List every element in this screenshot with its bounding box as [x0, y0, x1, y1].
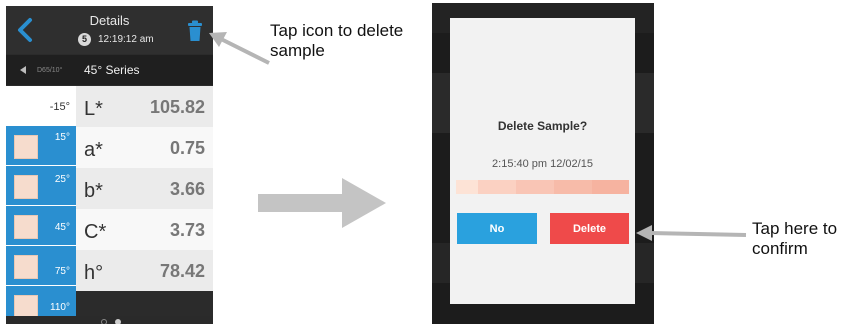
strip-swatch	[478, 180, 516, 194]
table-row: L* 105.82	[76, 86, 213, 127]
table-row: a* 0.75	[76, 127, 213, 168]
color-swatch	[14, 175, 38, 199]
page-dot-active[interactable]	[115, 319, 121, 324]
previous-series-button[interactable]: D65/10°	[6, 55, 76, 85]
values-table: L* 105.82 a* 0.75 b* 3.66 C* 3.73 h° 78.…	[76, 86, 213, 291]
value-number: 3.73	[169, 220, 205, 240]
page-title: Details	[89, 13, 130, 28]
left-triangle-icon	[20, 66, 26, 74]
angle-label: -15°	[49, 101, 70, 113]
no-button[interactable]: No	[457, 213, 537, 244]
table-row: b* 3.66	[76, 168, 213, 209]
sample-info: 5 12:19:12 am	[78, 32, 154, 46]
angle-item[interactable]: 15°	[6, 126, 76, 166]
dialog-timestamp: 2:15:40 pm 12/02/15	[492, 158, 593, 170]
value-number: 78.42	[159, 261, 205, 281]
angle-item[interactable]: 25°	[6, 166, 76, 206]
value-key: b*	[84, 180, 103, 202]
angle-item[interactable]: 45°	[6, 206, 76, 246]
pointer-arrow	[636, 225, 747, 241]
angle-label: 75°	[54, 266, 70, 277]
strip-swatch	[592, 180, 629, 194]
value-number: 3.66	[169, 179, 205, 199]
page-dot[interactable]	[101, 319, 107, 324]
value-key: C*	[84, 221, 107, 243]
strip-swatch	[456, 180, 478, 194]
page-indicator	[6, 316, 213, 324]
delete-dialog: Delete Sample? 2:15:40 pm 12/02/15 No De…	[450, 18, 635, 304]
details-screen: Details 5 12:19:12 am D65/10° 45° Series…	[6, 6, 213, 324]
trash-annotation: Tap icon to delete sample	[270, 21, 404, 60]
confirm-annotation: Tap here to confirm	[752, 219, 838, 258]
value-key: h°	[84, 262, 104, 284]
value-key: L*	[84, 98, 103, 120]
color-swatch	[14, 215, 38, 239]
transition-arrow-icon	[258, 178, 386, 228]
trash-icon[interactable]	[187, 20, 203, 42]
delete-screen: Delete Sample? 2:15:40 pm 12/02/15 No De…	[432, 3, 654, 324]
details-header: Details 5 12:19:12 am	[6, 6, 213, 54]
value-key: a*	[84, 139, 103, 161]
value-number: 105.82	[149, 97, 205, 117]
color-swatch	[14, 255, 38, 279]
angle-item[interactable]: -15°	[6, 86, 76, 126]
sample-number-badge: 5	[78, 32, 91, 46]
strip-swatch	[516, 180, 554, 194]
angle-label: 45°	[54, 222, 70, 233]
angle-label: 15°	[54, 132, 70, 143]
pointer-arrow	[209, 32, 270, 65]
previous-series-label: D65/10°	[37, 66, 63, 74]
sample-time: 12:19:12 am	[98, 33, 154, 45]
angle-label: 25°	[54, 174, 70, 185]
strip-swatch	[554, 180, 592, 194]
angle-list: -15° 15° 25° 45° 75° 110°	[6, 86, 76, 324]
value-number: 0.75	[169, 138, 205, 158]
color-strip	[456, 180, 629, 194]
series-title: 45° Series	[84, 63, 140, 77]
table-row: h° 78.42	[76, 250, 213, 291]
dialog-title: Delete Sample?	[497, 119, 588, 133]
angle-item[interactable]: 75°	[6, 246, 76, 286]
angle-label: 110°	[50, 302, 70, 313]
series-bar: D65/10° 45° Series	[6, 55, 213, 85]
color-swatch	[14, 135, 38, 159]
delete-button[interactable]: Delete	[550, 213, 629, 244]
table-row: C* 3.73	[76, 209, 213, 250]
